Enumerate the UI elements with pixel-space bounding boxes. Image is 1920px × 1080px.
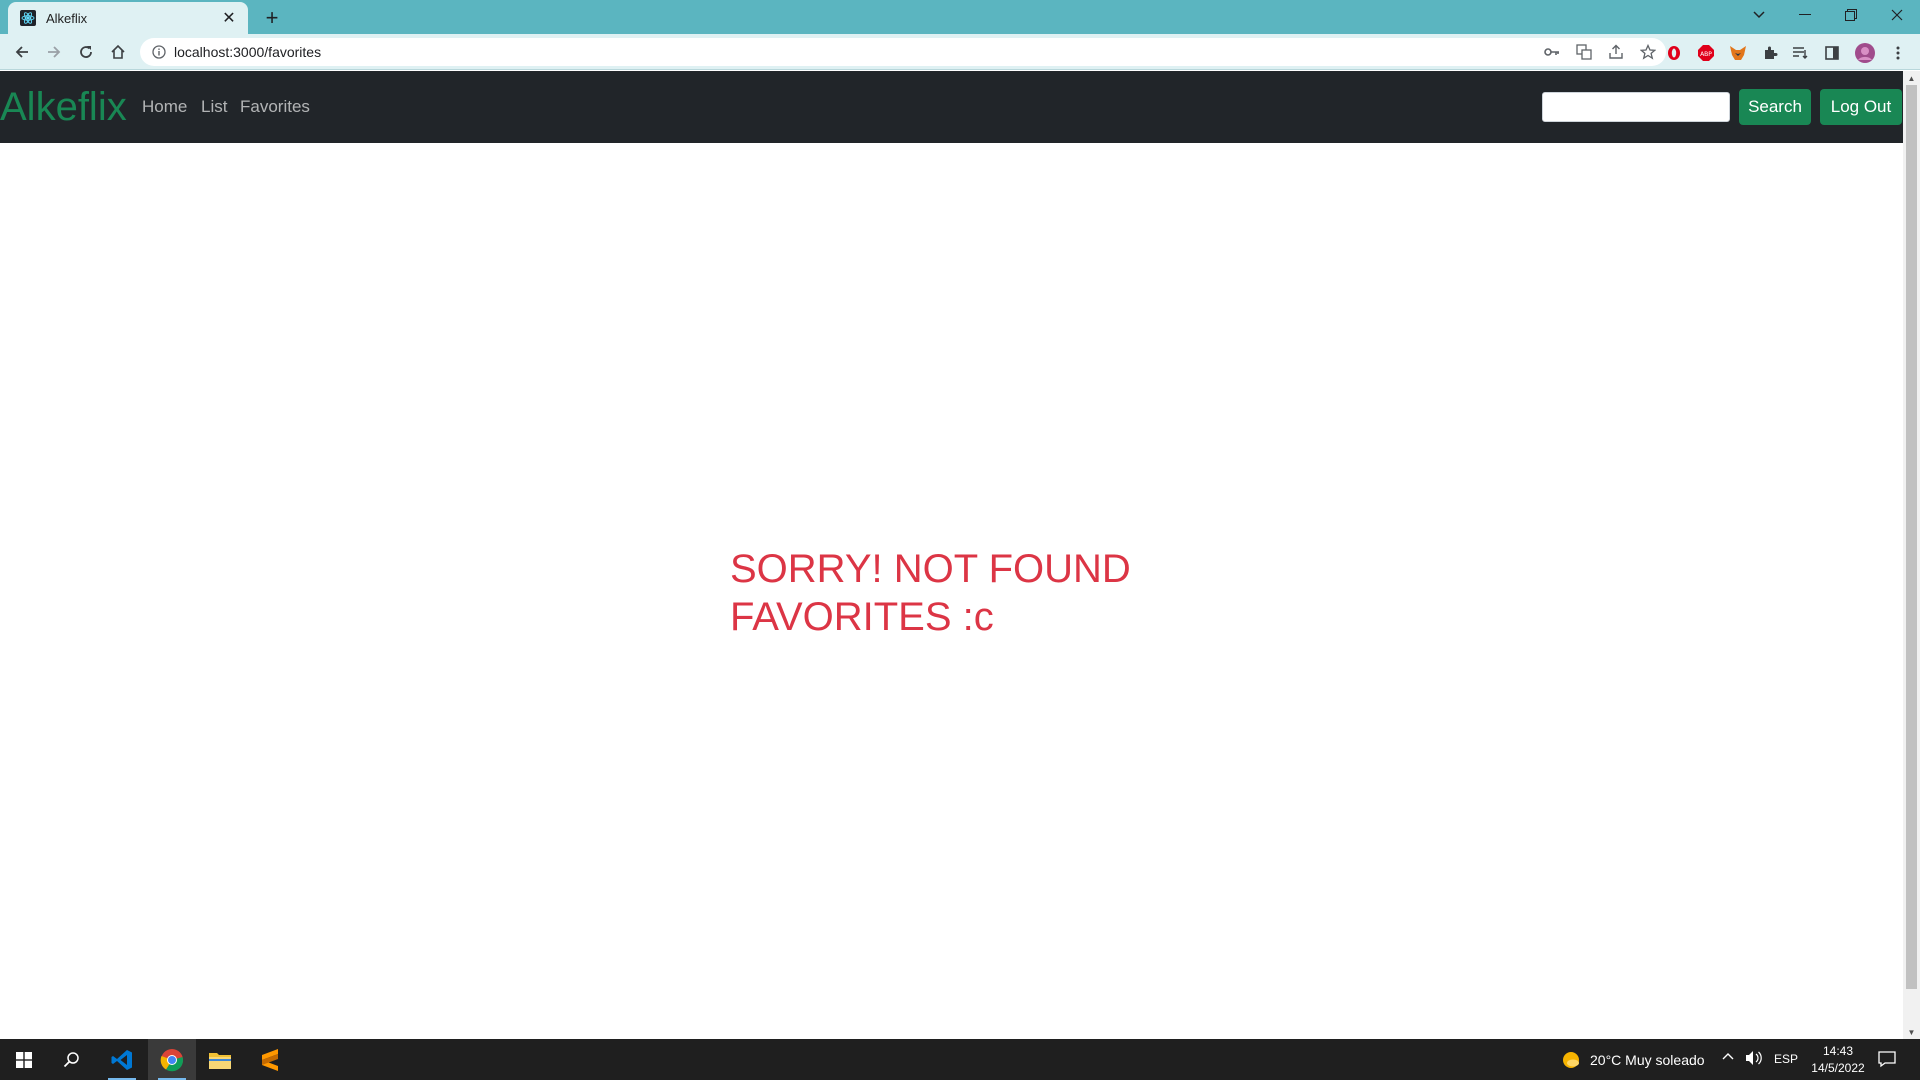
reload-icon[interactable] [72,38,100,66]
forward-icon[interactable] [40,38,68,66]
clock-time[interactable]: 14:43 [1820,1044,1856,1058]
message-line-1: SORRY! NOT FOUND [730,547,1131,591]
side-panel-icon[interactable] [1822,43,1842,63]
sublime-app-icon[interactable] [246,1039,294,1080]
weather-sun-icon[interactable] [1561,1050,1581,1070]
browser-tab[interactable]: Alkeflix ✕ [8,2,248,34]
message-line-2: FAVORITES :c [730,595,994,639]
metamask-extension-icon[interactable] [1728,43,1748,63]
site-info-icon[interactable] [144,45,174,59]
windows-taskbar: 20°C Muy soleado ESP 14:43 14/5/2022 [0,1039,1920,1080]
scroll-down-arrow-icon[interactable]: ▼ [1903,1025,1920,1039]
volume-icon[interactable] [1745,1050,1763,1066]
nav-link-list[interactable]: List [201,97,227,117]
search-button[interactable]: Search [1739,89,1811,125]
language-indicator[interactable]: ESP [1774,1052,1798,1066]
translate-icon[interactable] [1574,42,1594,62]
browser-toolbar: localhost:3000/favorites ABP [0,34,1920,70]
windows-start-icon[interactable] [0,1039,48,1080]
new-tab-icon[interactable]: + [260,5,284,30]
notifications-icon[interactable] [1878,1050,1896,1068]
brand-logo[interactable]: Alkeflix [0,81,127,133]
screen: Alkeflix ✕ + localhost:3000/favorites AB… [0,0,1920,1080]
share-icon[interactable] [1606,42,1626,62]
file-explorer-icon[interactable] [196,1039,244,1080]
home-icon[interactable] [104,38,132,66]
scroll-thumb[interactable] [1906,85,1917,989]
chrome-menu-icon[interactable] [1888,43,1908,63]
vscode-app-icon[interactable] [98,1039,146,1080]
nav-link-favorites[interactable]: Favorites [240,97,310,117]
reading-list-icon[interactable] [1790,43,1810,63]
url-text: localhost:3000/favorites [174,44,322,60]
not-found-message: SORRY! NOT FOUND FAVORITES :c [730,545,1150,641]
adblock-extension-icon[interactable]: ABP [1696,43,1716,63]
profile-avatar-icon[interactable] [1855,43,1875,63]
page-scrollbar[interactable]: ▲ ▼ [1903,71,1920,1039]
tab-search-icon[interactable] [1736,0,1782,30]
chrome-app-icon[interactable] [148,1039,196,1080]
tab-title: Alkeflix [46,10,88,26]
restore-icon[interactable] [1828,0,1874,30]
windows-search-icon[interactable] [48,1039,96,1080]
address-bar[interactable]: localhost:3000/favorites [140,38,1666,66]
bookmark-star-icon[interactable] [1638,42,1658,62]
minimize-icon[interactable] [1782,0,1828,30]
tray-chevron-up-icon[interactable] [1722,1052,1734,1060]
nav-link-home[interactable]: Home [142,97,187,117]
close-window-icon[interactable] [1874,0,1920,30]
tab-close-icon[interactable]: ✕ [220,9,238,27]
opera-extension-icon[interactable] [1664,43,1684,63]
logout-button[interactable]: Log Out [1820,89,1902,125]
key-icon[interactable] [1542,42,1562,62]
extensions-puzzle-icon[interactable] [1760,43,1780,63]
browser-tabstrip: Alkeflix ✕ + [0,0,1920,34]
search-input[interactable] [1542,92,1730,122]
react-favicon-icon [20,10,36,26]
back-icon[interactable] [8,38,36,66]
scroll-up-arrow-icon[interactable]: ▲ [1903,71,1920,85]
svg-text:ABP: ABP [1700,51,1712,58]
clock-date[interactable]: 14/5/2022 [1808,1061,1868,1075]
weather-text[interactable]: 20°C Muy soleado [1590,1052,1705,1068]
app-navbar: Alkeflix Home List Favorites Search Log … [0,71,1903,143]
